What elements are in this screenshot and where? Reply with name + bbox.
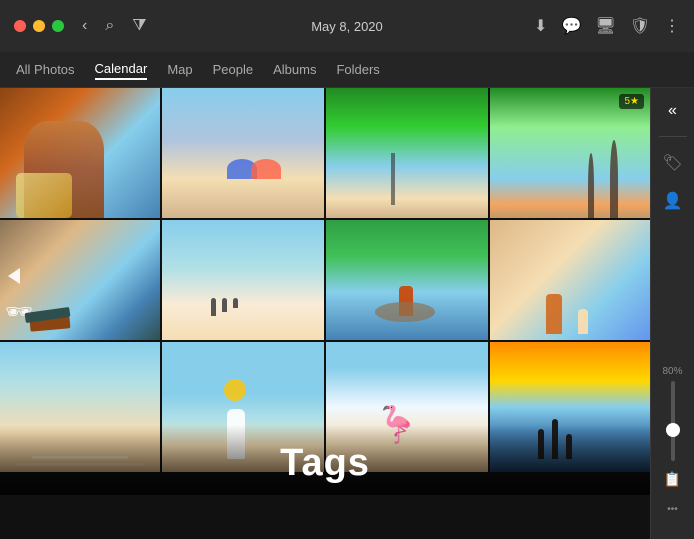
sidebar-divider-1 [659, 136, 687, 137]
clipboard-icon[interactable]: 📋 [658, 465, 687, 494]
close-button[interactable] [14, 20, 26, 32]
photo-3[interactable] [326, 88, 488, 218]
back-icon[interactable]: ‹ [82, 17, 87, 35]
photo-9[interactable] [0, 342, 160, 472]
more-dots-icon[interactable]: ••• [661, 498, 684, 521]
title-bar-right: ⬇ 💬 🖥 🛡 ⋮ [534, 16, 680, 36]
nav-all-photos[interactable]: All Photos [16, 60, 75, 79]
photo-10[interactable] [162, 342, 324, 472]
import-icon[interactable]: ⬇ [534, 16, 547, 36]
photo-6[interactable] [162, 220, 324, 340]
nav-people[interactable]: People [213, 60, 253, 79]
shield-icon[interactable]: 🛡 [630, 16, 650, 36]
photo-11[interactable]: 🦩 [326, 342, 488, 472]
title-bar: ‹ ⌕ ⧩ May 8, 2020 ⬇ 💬 🖥 🛡 ⋮ [0, 0, 694, 52]
minimize-button[interactable] [33, 20, 45, 32]
zoom-slider-thumb[interactable] [666, 423, 680, 437]
collapse-icon[interactable]: « [662, 96, 683, 126]
photo-12[interactable] [490, 342, 650, 472]
nav-bar: All Photos Calendar Map People Albums Fo… [0, 52, 694, 88]
filter-icon[interactable]: ⧩ [132, 17, 146, 35]
photo-7[interactable] [326, 220, 488, 340]
share-icon[interactable]: 💬 [561, 16, 581, 36]
photo-5[interactable]: 🕶 [0, 220, 160, 340]
nav-folders[interactable]: Folders [336, 60, 379, 79]
photo-grid: 5★ 🕶 [0, 88, 650, 539]
zoom-area: 80% 📋 ••• [658, 366, 687, 531]
rating-badge: 5★ [619, 94, 644, 109]
title-bar-left: ‹ ⌕ ⧩ [14, 17, 147, 35]
tag-icon[interactable]: 🏷 [656, 147, 688, 179]
maximize-button[interactable] [52, 20, 64, 32]
more-icon[interactable]: ⋮ [664, 16, 680, 36]
photo-4[interactable]: 5★ [490, 88, 650, 218]
title-date: May 8, 2020 [311, 19, 383, 34]
traffic-lights [14, 20, 64, 32]
nav-calendar[interactable]: Calendar [95, 59, 148, 80]
nav-map[interactable]: Map [167, 60, 192, 79]
main-container: 5★ 🕶 [0, 88, 694, 539]
photo-8[interactable] [490, 220, 650, 340]
people-icon[interactable]: 👤 [657, 185, 689, 217]
nav-albums[interactable]: Albums [273, 60, 316, 79]
right-sidebar: « 🏷 👤 80% 📋 ••• [650, 88, 694, 539]
search-icon[interactable]: ⌕ [105, 17, 114, 35]
photo-2[interactable] [162, 88, 324, 218]
zoom-percent: 80% [662, 366, 682, 377]
zoom-slider-track [671, 381, 675, 461]
photo-1[interactable] [0, 88, 160, 218]
screen-icon[interactable]: 🖥 [595, 16, 615, 36]
